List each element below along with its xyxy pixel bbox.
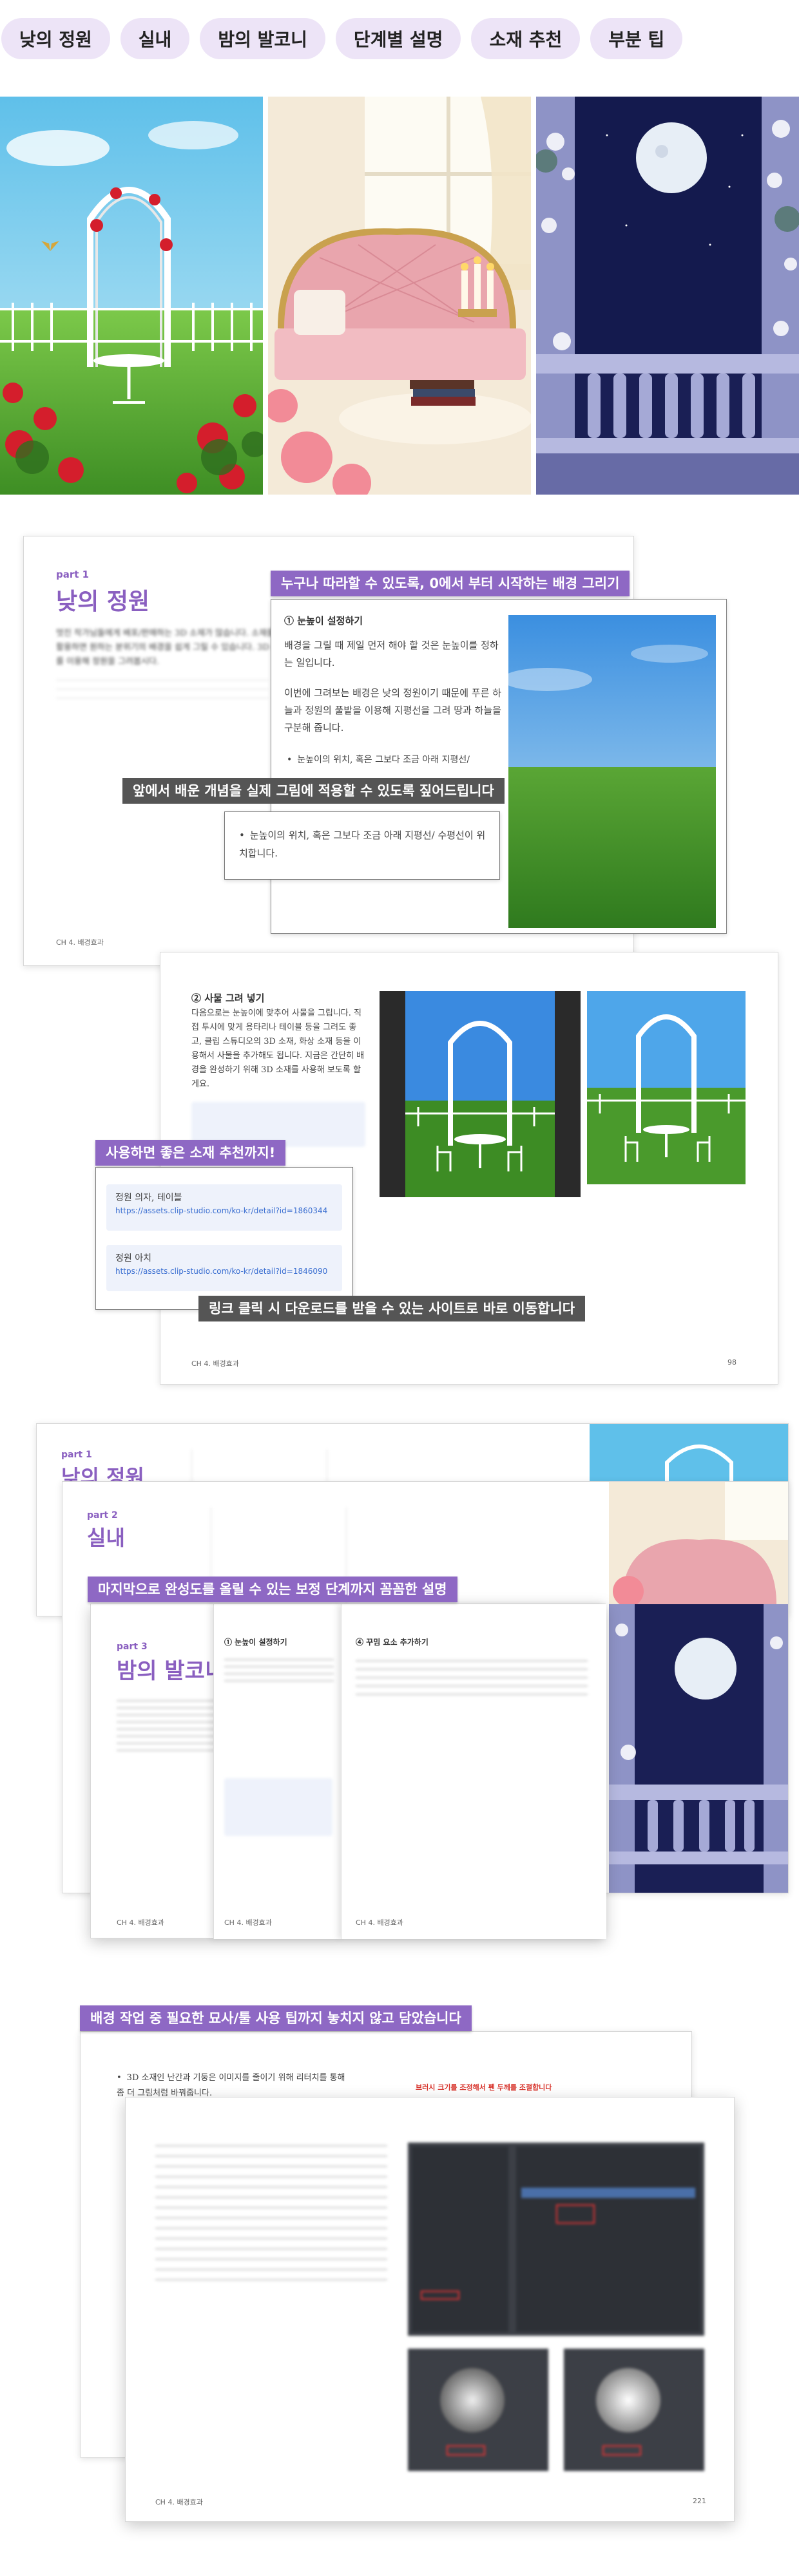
- category-tabs: 낮의 정원 실내 밤의 발코니 단계별 설명 소재 추천 부분 팁: [0, 18, 799, 62]
- page-title: 밤의 발코니: [117, 1658, 226, 1684]
- illustration-horizon: [508, 615, 716, 928]
- banner-tool-tips: 배경 작업 중 필요한 묘사/툴 사용 팁까지 놓치지 않고 담았습니다: [80, 2005, 472, 2031]
- part-label: part 2: [87, 1510, 118, 1520]
- step-heading: ① 눈높이 설정하기: [224, 1638, 287, 1647]
- banner-apply-concepts: 앞에서 배운 개념을 실제 그림에 적용할 수 있도록 짚어드립니다: [122, 778, 505, 804]
- step-heading: ④ 꾸밈 요소 추가하기: [356, 1638, 428, 1647]
- material-links-callout: 정원 의자, 테이블 https://assets.clip-studio.co…: [95, 1167, 353, 1310]
- step-body-1: 배경을 그릴 때 제일 먼저 해야 할 것은 눈높이를 정하는 일입니다.: [284, 639, 499, 668]
- tab-day-garden[interactable]: 낮의 정원: [1, 18, 110, 59]
- stacked-page-part3: part 3 밤의 발코니 CH 4. 배경효과 ① 눈높이 설정하기 CH 4…: [90, 1604, 606, 1939]
- screenshot-software-panel: [408, 2143, 704, 2336]
- page-title: 실내: [87, 1526, 125, 1550]
- step-page-callout: ① 눈높이 설정하기 배경을 그릴 때 제일 먼저 해야 할 것은 눈높이를 정…: [271, 599, 727, 934]
- tab-material-recommendation[interactable]: 소재 추천: [471, 18, 581, 59]
- step-body: 다음으로는 눈높이에 맞추어 사물을 그립니다. 직접 투시에 맞게 용타리나 …: [191, 1009, 365, 1089]
- book-page-tips-front: CH 4. 배경효과 221: [125, 2097, 735, 2522]
- hero-image-night-balcony: [536, 97, 799, 495]
- part-label: part 1: [56, 569, 90, 580]
- link-url[interactable]: https://assets.clip-studio.com/ko-kr/det…: [115, 1267, 333, 1276]
- inner-page-step4: ④ 꾸밈 요소 추가하기 CH 4. 배경효과: [341, 1604, 606, 1939]
- link-url[interactable]: https://assets.clip-studio.com/ko-kr/det…: [115, 1206, 333, 1215]
- thumb-interior-and-night: [609, 1482, 788, 1893]
- screenshot-brush-preview-2: [564, 2349, 704, 2471]
- part-label: part 1: [61, 1450, 92, 1460]
- page-footer: CH 4. 배경효과: [155, 2498, 203, 2506]
- link-name: 정원 아치: [115, 1253, 151, 1264]
- page-footer: CH 4. 배경효과: [56, 938, 104, 947]
- bullet-zoom-callout: 눈높이의 위치, 혹은 그보다 조금 아래 지평선/ 수평선이 위치합니다.: [224, 811, 500, 880]
- page-footer: CH 4. 배경효과: [191, 1359, 239, 1368]
- page-footer: CH 4. 배경효과: [117, 1918, 164, 1927]
- banner-retouch-steps: 마지막으로 완성도를 올릴 수 있는 보정 단계까지 꼼꼼한 설명: [88, 1577, 457, 1602]
- step-heading: ① 눈높이 설정하기: [284, 615, 363, 627]
- step-heading: ② 사물 그려 넣기: [191, 992, 265, 1004]
- callout-text: 눈높이의 위치, 혹은 그보다 조금 아래 지평선/ 수평선이 위치합니다.: [239, 826, 488, 862]
- tab-step-explanation[interactable]: 단계별 설명: [335, 18, 461, 59]
- step-body-2: 이번에 그려보는 배경은 낮의 정원이기 때문에 푸른 하늘과 정원의 풀밭을 …: [284, 687, 501, 734]
- illustration-garden-objects-3d: [380, 991, 581, 1197]
- hero-image-interior: [268, 97, 531, 495]
- banner-download-link: 링크 클릭 시 다운로드를 받을 수 있는 사이트로 바로 이동합니다: [198, 1296, 586, 1321]
- link-name: 정원 의자, 테이블: [115, 1193, 182, 1203]
- screenshot-brush-preview-1: [408, 2349, 548, 2471]
- step-bullet: 눈높이의 위치, 혹은 그보다 조금 아래 지평선/: [287, 752, 506, 769]
- page-intro-text: 멋진 작가님들에게 배포/판매하는 3D 소재가 많습니다. 소재를 잘 활용하…: [56, 629, 288, 667]
- banner-zero-start: 누구나 따라할 수 있도록, 0에서 부터 시작하는 배경 그리기: [271, 571, 630, 596]
- material-link-garden-arch[interactable]: 정원 아치 https://assets.clip-studio.com/ko-…: [106, 1245, 342, 1291]
- page-footer: CH 4. 배경효과: [356, 1918, 403, 1927]
- tab-interior[interactable]: 실내: [120, 18, 190, 59]
- red-note: 브러시 크기를 조정해서 펜 두께를 조절합니다: [416, 2083, 552, 2092]
- tab-night-balcony[interactable]: 밤의 발코니: [200, 18, 325, 59]
- material-link-garden-table[interactable]: 정원 의자, 테이블 https://assets.clip-studio.co…: [106, 1184, 342, 1231]
- illustration-garden-objects-final: [587, 991, 746, 1184]
- page-footer: CH 4. 배경효과: [224, 1918, 272, 1927]
- page-title: 낮의 정원: [56, 588, 150, 615]
- tab-partial-tips[interactable]: 부분 팁: [590, 18, 683, 59]
- page-number: 221: [693, 2497, 706, 2505]
- hero-image-day-garden: [0, 97, 263, 495]
- inner-page-step1: ① 눈높이 설정하기 CH 4. 배경효과: [213, 1604, 342, 1939]
- banner-material-recommendation: 사용하면 좋은 소재 추천까지!: [95, 1140, 286, 1166]
- part-label: part 3: [117, 1642, 148, 1652]
- page-number: 98: [727, 1358, 736, 1367]
